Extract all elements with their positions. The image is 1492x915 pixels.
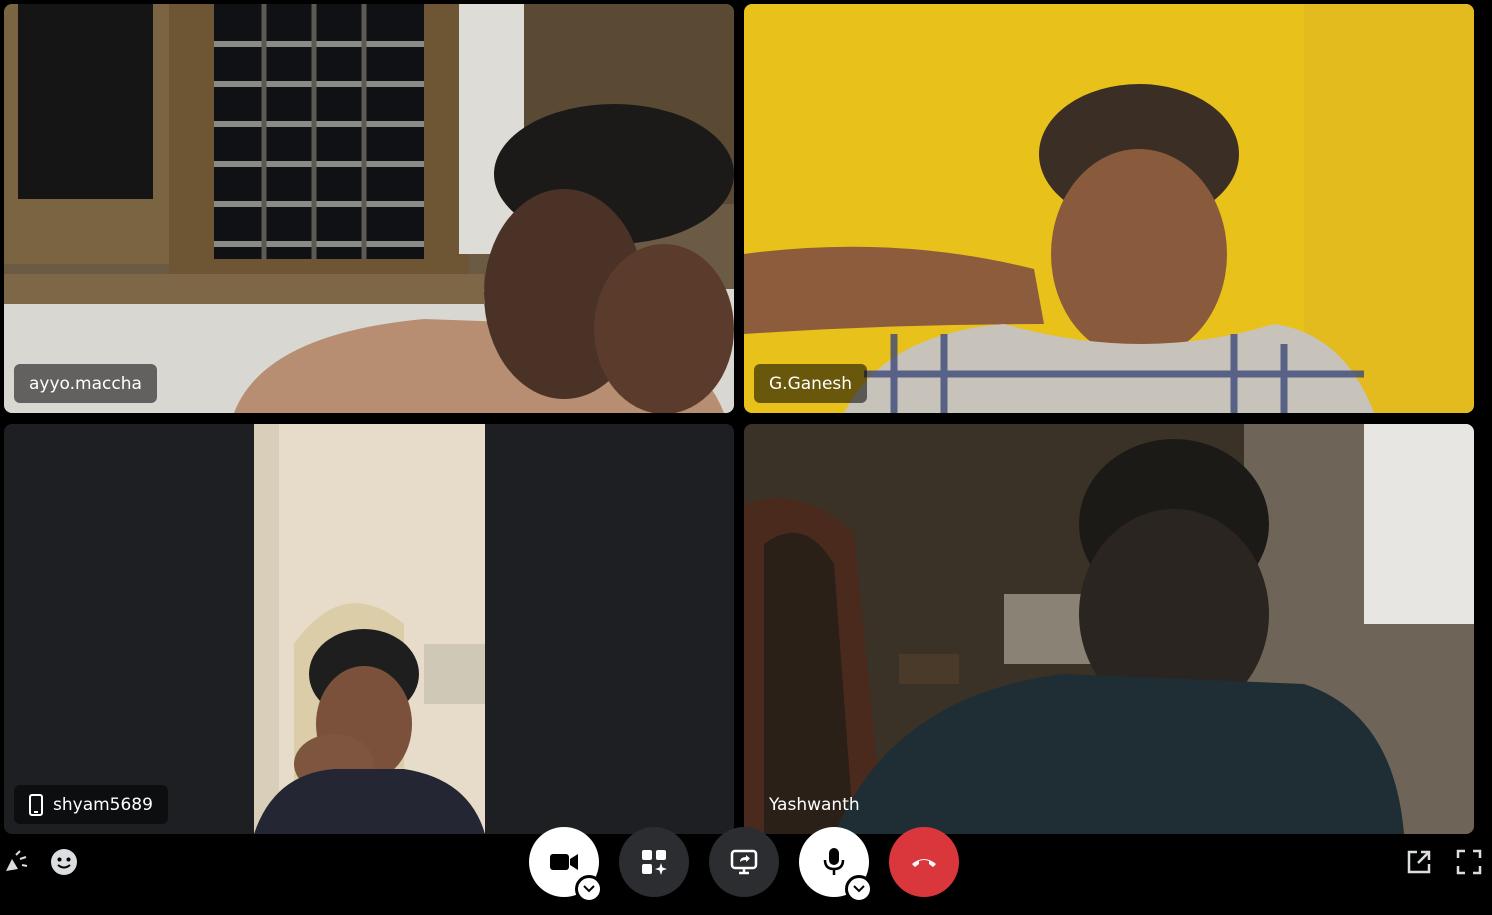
participant-name-tag: Yashwanth: [754, 785, 875, 824]
screen-share-button[interactable]: [709, 827, 779, 897]
participant-video: [254, 424, 485, 834]
participant-name: ayyo.maccha: [29, 373, 142, 394]
microphone-options-button[interactable]: [845, 875, 873, 903]
participant-name: Yashwanth: [769, 794, 860, 815]
camera-icon: [549, 851, 579, 873]
participant-name-tag: shyam5689: [14, 785, 168, 824]
participant-tile-g-ganesh[interactable]: G.Ganesh: [744, 4, 1474, 413]
participant-name: shyam5689: [53, 794, 153, 815]
activities-icon: [640, 848, 668, 876]
chevron-down-icon: [583, 885, 595, 893]
participant-video: [4, 4, 734, 413]
disconnect-button[interactable]: [889, 827, 959, 897]
participant-video: [744, 424, 1474, 834]
participant-tile-shyam5689[interactable]: shyam5689: [4, 424, 734, 834]
participant-name: G.Ganesh: [769, 373, 853, 394]
call-control-bar: [0, 827, 1492, 915]
participant-video: [744, 4, 1474, 413]
hang-up-icon: [910, 855, 938, 869]
pop-out-icon[interactable]: [1404, 847, 1434, 877]
soundboard-icon[interactable]: [0, 847, 30, 877]
participant-tile-ayyo-maccha[interactable]: ayyo.maccha: [4, 4, 734, 413]
emoji-icon[interactable]: [49, 847, 79, 877]
screen-share-icon: [730, 848, 758, 876]
microphone-icon: [822, 847, 846, 877]
video-grid: ayyo.maccha G.Ganesh shyam5689 Yashwanth: [0, 0, 1492, 840]
microphone-button[interactable]: [799, 827, 873, 903]
camera-options-button[interactable]: [575, 875, 603, 903]
fullscreen-icon[interactable]: [1454, 847, 1484, 877]
participant-tile-yashwanth[interactable]: Yashwanth: [744, 424, 1474, 834]
activities-button[interactable]: [619, 827, 689, 897]
mobile-icon: [29, 793, 43, 816]
camera-button[interactable]: [529, 827, 603, 903]
participant-name-tag: G.Ganesh: [754, 364, 868, 403]
chevron-down-icon: [853, 885, 865, 893]
participant-name-tag: ayyo.maccha: [14, 364, 157, 403]
